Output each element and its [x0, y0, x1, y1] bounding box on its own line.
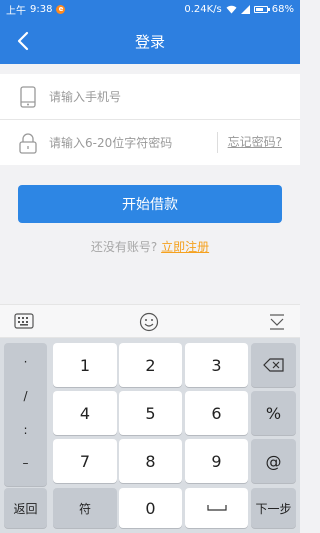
password-row: 忘记密码?: [0, 119, 300, 165]
phone-icon: [20, 85, 36, 108]
register-line: 还没有账号? 立即注册: [0, 238, 300, 255]
page-title: 登录: [134, 32, 165, 51]
key-0[interactable]: 0: [119, 488, 182, 528]
numeric-keyboard: · / : – 1 2 3 4 5 6 % 7 8 9 @ 返回 符 0 下一步: [0, 338, 300, 533]
hide-keyboard-icon[interactable]: [268, 312, 286, 332]
register-link[interactable]: 立即注册: [161, 240, 209, 254]
keyboard-icon[interactable]: [14, 312, 34, 330]
time-period: 上午: [6, 5, 26, 17]
status-left: 上午 9:38 e: [6, 2, 66, 17]
back-icon[interactable]: [12, 29, 36, 53]
key-5[interactable]: 5: [119, 391, 182, 435]
login-button[interactable]: 开始借款: [18, 185, 282, 223]
phone-row: [0, 74, 300, 119]
keyboard-toolbar: [0, 304, 300, 338]
symbol-key[interactable]: /: [4, 389, 47, 403]
next-key[interactable]: 下一步: [251, 488, 296, 528]
status-bar: 上午 9:38 e 0.24K/s 68%: [0, 0, 300, 18]
notification-badge-icon: e: [56, 4, 66, 14]
key-6[interactable]: 6: [185, 391, 248, 435]
login-form: 忘记密码?: [0, 74, 300, 165]
symbol-key[interactable]: :: [4, 423, 47, 437]
percent-key[interactable]: %: [251, 391, 296, 435]
key-4[interactable]: 4: [53, 391, 117, 435]
backspace-key[interactable]: [251, 343, 296, 387]
symbol-key[interactable]: ·: [4, 355, 47, 369]
register-prompt: 还没有账号?: [90, 240, 158, 254]
at-key[interactable]: @: [251, 439, 296, 483]
key-2[interactable]: 2: [119, 343, 182, 387]
symbol-toggle-key[interactable]: 符: [53, 488, 117, 528]
signal-icon: [240, 4, 250, 14]
wifi-icon: [226, 5, 237, 13]
key-1[interactable]: 1: [53, 343, 117, 387]
key-7[interactable]: 7: [53, 439, 117, 483]
time: 9:38: [30, 3, 53, 15]
nav-bar: 登录: [0, 18, 300, 64]
emoji-icon[interactable]: [139, 312, 159, 332]
phone-input[interactable]: [49, 89, 300, 104]
symbol-key[interactable]: –: [4, 456, 47, 470]
backspace-icon: [262, 358, 284, 372]
lock-icon: [19, 132, 37, 154]
symbol-column[interactable]: · / : –: [4, 343, 47, 486]
battery-icon: [253, 5, 270, 13]
network-speed: 0.24K/s: [184, 3, 222, 15]
forgot-password-link[interactable]: 忘记密码?: [216, 132, 282, 153]
key-8[interactable]: 8: [119, 439, 182, 483]
space-icon: [206, 505, 227, 511]
back-key[interactable]: 返回: [4, 488, 47, 528]
battery-percent: 68%: [271, 3, 294, 15]
space-key[interactable]: [185, 488, 248, 528]
key-3[interactable]: 3: [185, 343, 248, 387]
status-right: 0.24K/s 68%: [184, 4, 294, 15]
key-9[interactable]: 9: [185, 439, 248, 483]
